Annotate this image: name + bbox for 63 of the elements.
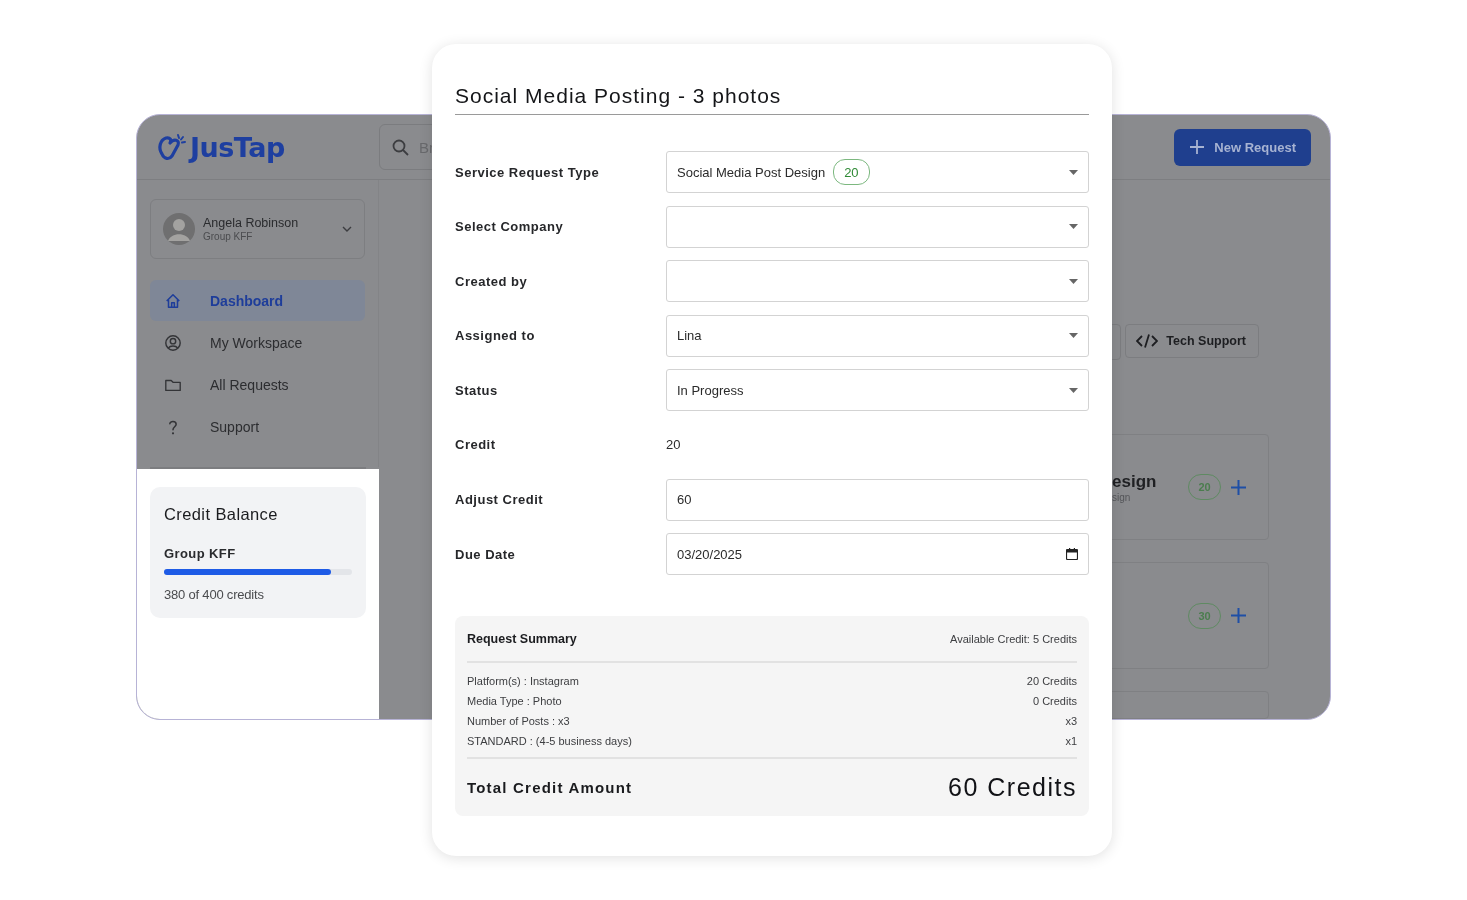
dropdown-field[interactable]: In Progress: [666, 369, 1089, 412]
dropdown-value: Lina: [677, 328, 702, 344]
user-group: Group KFF: [203, 231, 334, 242]
dropdown-field[interactable]: Social Media Post Design 20: [666, 151, 1089, 193]
summary-item-label: Platform(s) : Instagram: [467, 675, 579, 688]
field-label: Created by: [455, 273, 529, 289]
field-label: Select Company: [455, 219, 565, 235]
code-icon: [1136, 334, 1159, 348]
summary-item-value: 0 Credits: [1032, 695, 1077, 708]
summary-item-label: Media Type : Photo: [467, 695, 562, 708]
available-credit: Available Credit: 5 Credits: [950, 632, 1077, 645]
input-field[interactable]: 60: [666, 478, 1089, 521]
dropdown-field[interactable]: Lina: [666, 314, 1089, 357]
summary-item-label: STANDARD : (4-5 business days): [467, 735, 632, 748]
nav-item[interactable]: My Workspace: [150, 322, 365, 363]
nav-item[interactable]: Support: [150, 406, 365, 447]
plus-icon[interactable]: [1231, 608, 1246, 623]
field-label: Due Date: [455, 546, 517, 562]
dropdown-caret-icon: [1069, 169, 1078, 175]
field-label: Credit: [455, 437, 497, 453]
logo-text: JusTap: [190, 131, 285, 163]
service-title: esign: [1112, 471, 1157, 492]
field-label: Status: [455, 382, 499, 398]
plus-icon[interactable]: [1231, 479, 1246, 495]
total-label: Total Credit Amount: [467, 779, 633, 797]
calendar-icon[interactable]: [1066, 548, 1078, 561]
dropdown-field[interactable]: [666, 260, 1089, 303]
credit-value: 20: [666, 437, 681, 453]
card-title: Credit Balance: [164, 505, 279, 524]
group-name: Group KFF: [164, 546, 237, 561]
field-label: Adjust Credit: [455, 492, 545, 508]
nav-item[interactable]: All Requests: [150, 364, 365, 405]
dropdown-field[interactable]: [666, 205, 1089, 248]
field-label: Service Request Type: [455, 164, 601, 180]
search-icon: [392, 138, 409, 156]
date-value: 03/20/2025: [677, 546, 743, 562]
dropdown-caret-icon: [1069, 278, 1078, 284]
total-value: 60 Credits: [948, 773, 1077, 803]
chevron-down-icon: [342, 226, 352, 232]
profile-card[interactable]: Angela Robinson Group KFF: [150, 199, 365, 259]
user-name: Angela Robinson: [203, 216, 300, 230]
summary-title: Request Summary: [467, 631, 577, 646]
dialog-title: Social Media Posting - 3 photos: [455, 84, 1089, 115]
summary-item-value: x3: [1065, 715, 1077, 728]
dropdown-caret-icon: [1069, 333, 1078, 339]
home-icon: [164, 291, 182, 310]
field-label: Assigned to: [455, 328, 536, 344]
summary-item-value: 20 Credits: [1026, 675, 1077, 688]
dropdown-caret-icon: [1069, 387, 1078, 393]
dropdown-caret-icon: [1069, 224, 1078, 230]
dropdown-value: In Progress: [677, 382, 744, 398]
credit-badge: 20: [833, 159, 870, 185]
summary-item-value: x1: [1065, 735, 1077, 748]
credit-caption: 380 of 400 credits: [164, 587, 265, 602]
user-circle-icon: [164, 333, 182, 352]
plus-icon: [1190, 140, 1205, 154]
summary-item-label: Number of Posts : x3: [467, 715, 570, 728]
dropdown-value: Social Media Post Design: [677, 164, 826, 180]
new-request-button[interactable]: New Request: [1174, 128, 1311, 166]
nav-item[interactable]: Dashboard: [150, 280, 365, 321]
date-field[interactable]: 03/20/2025: [666, 533, 1089, 576]
tech-support-button[interactable]: Tech Support: [1125, 324, 1259, 358]
avatar-icon: [163, 213, 195, 245]
